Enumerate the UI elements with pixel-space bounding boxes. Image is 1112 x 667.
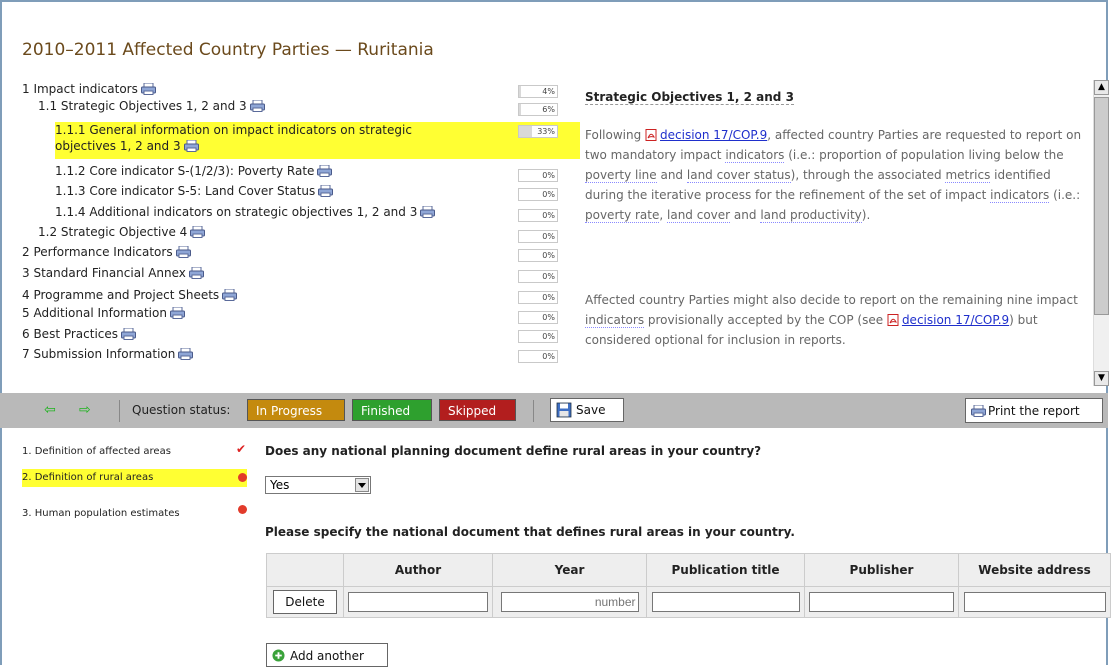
question-nav-item-2[interactable]: 2. Definition of rural areas [22, 469, 247, 487]
tree-item-general-information[interactable]: 1.1.1 General information on impact indi… [55, 122, 580, 159]
question-nav-item-1[interactable]: 1. Definition of affected areas [22, 446, 171, 457]
pending-status-icon [238, 473, 247, 482]
column-header-publisher: Publisher [804, 553, 959, 587]
publisher-input[interactable] [809, 592, 954, 612]
printer-icon[interactable] [190, 226, 206, 238]
question-status-label: Question status: [132, 403, 231, 417]
question-text-rural-definition: Does any national planning document defi… [265, 444, 762, 458]
description-heading: Strategic Objectives 1, 2 and 3 [585, 90, 794, 105]
column-header-actions [266, 553, 344, 587]
plus-circle-icon [272, 649, 285, 662]
status-finished-button[interactable]: Finished [352, 399, 432, 421]
progress-indicator: 0% [518, 209, 558, 222]
column-header-website: Website address [958, 553, 1111, 587]
toolbar-divider [533, 400, 534, 422]
printer-icon[interactable] [317, 165, 333, 177]
table-header-row: Author Year Publication title Publisher … [266, 553, 1111, 587]
tree-item-strategic-objective-4[interactable]: 1.2 Strategic Objective 4 [38, 224, 206, 240]
website-address-input[interactable] [963, 592, 1106, 612]
printer-icon[interactable] [420, 206, 436, 218]
tree-item-project-sheets[interactable]: 4 Programme and Project Sheets [22, 287, 238, 303]
progress-indicator: 0% [518, 249, 558, 262]
publication-title-input[interactable] [651, 592, 800, 612]
progress-indicator: 6% [518, 103, 558, 116]
question-text-national-document: Please specify the national document tha… [265, 525, 795, 539]
progress-indicator: 0% [518, 188, 558, 201]
tree-item-performance-indicators[interactable]: 2 Performance Indicators [22, 244, 191, 260]
progress-indicator: 0% [518, 230, 558, 243]
add-another-button[interactable]: Add another [266, 643, 388, 667]
status-skipped-button[interactable]: Skipped [439, 399, 516, 421]
tree-item-impact-indicators[interactable]: 1 Impact indicators [22, 81, 156, 97]
tree-item-land-cover[interactable]: 1.1.3 Core indicator S-5: Land Cover Sta… [55, 183, 334, 199]
printer-icon[interactable] [178, 348, 194, 360]
floppy-disk-icon [556, 402, 572, 418]
delete-row-button[interactable]: Delete [273, 590, 337, 614]
save-button[interactable]: Save [550, 398, 624, 422]
tree-item-submission-information[interactable]: 7 Submission Information [22, 346, 194, 362]
printer-icon[interactable] [318, 185, 334, 197]
documents-table: Author Year Publication title Publisher … [266, 553, 1111, 618]
tree-item-financial-annex[interactable]: 3 Standard Financial Annex [22, 265, 204, 281]
answer-select[interactable]: Yes [265, 476, 371, 494]
author-input[interactable] [348, 592, 488, 612]
description-scrollbar[interactable]: ▲ ▼ [1093, 80, 1109, 386]
printer-icon[interactable] [175, 246, 191, 258]
pdf-icon [645, 129, 657, 141]
checkmark-icon: ✔ [236, 442, 247, 456]
description-paragraph-1: Following decision 17/COP.9, affected co… [585, 128, 1082, 223]
printer-icon[interactable] [222, 289, 238, 301]
decision-link[interactable]: decision 17/COP.9 [902, 313, 1009, 327]
progress-indicator: 0% [518, 330, 558, 343]
column-header-publication-title: Publication title [646, 553, 805, 587]
scroll-up-icon[interactable]: ▲ [1094, 80, 1109, 95]
printer-icon[interactable] [121, 328, 137, 340]
year-input[interactable] [500, 592, 639, 612]
previous-arrow-icon[interactable]: ⇦ [44, 402, 56, 418]
tree-item-strategic-objectives[interactable]: 1.1 Strategic Objectives 1, 2 and 3 [38, 98, 265, 114]
column-header-author: Author [343, 553, 493, 587]
tree-item-poverty-rate[interactable]: 1.1.2 Core indicator S-(1/2/3): Poverty … [55, 163, 333, 179]
progress-indicator: 33% [518, 125, 558, 138]
progress-indicator: 0% [518, 311, 558, 324]
pending-status-icon [238, 505, 247, 514]
printer-icon[interactable] [188, 267, 204, 279]
progress-indicator: 0% [518, 270, 558, 283]
pdf-icon [887, 314, 899, 326]
printer-icon[interactable] [249, 100, 265, 112]
progress-indicator: 0% [518, 291, 558, 304]
table-row: Delete [266, 586, 1111, 618]
question-nav-item-3[interactable]: 3. Human population estimates [22, 508, 180, 519]
question-toolbar: ⇦ ⇨ Question status: In Progress Finishe… [0, 393, 1108, 428]
description-panel: Strategic Objectives 1, 2 and 3 Followin… [585, 80, 1090, 385]
progress-indicator: 4% [518, 85, 558, 98]
column-header-year: Year [492, 553, 647, 587]
toolbar-divider [119, 400, 120, 422]
decision-link[interactable]: decision 17/COP.9 [660, 128, 767, 142]
next-arrow-icon[interactable]: ⇨ [79, 402, 91, 418]
scroll-down-icon[interactable]: ▼ [1094, 371, 1109, 386]
progress-indicator: 0% [518, 169, 558, 182]
status-in-progress-button[interactable]: In Progress [247, 399, 345, 421]
printer-icon[interactable] [183, 140, 199, 152]
page-title: 2010–2011 Affected Country Parties — Rur… [22, 40, 434, 60]
printer-icon [971, 405, 986, 417]
printer-icon[interactable] [169, 307, 185, 319]
print-report-button[interactable]: Print the report [965, 398, 1103, 423]
description-paragraph-2: Affected country Parties might also deci… [585, 293, 1078, 347]
tree-item-best-practices[interactable]: 6 Best Practices [22, 326, 137, 342]
printer-icon[interactable] [140, 83, 156, 95]
chevron-down-icon[interactable] [355, 478, 369, 492]
tree-item-additional-indicators[interactable]: 1.1.4 Additional indicators on strategic… [55, 204, 436, 220]
progress-indicator: 0% [518, 350, 558, 363]
tree-item-additional-information[interactable]: 5 Additional Information [22, 305, 185, 321]
scroll-thumb[interactable] [1094, 97, 1109, 315]
